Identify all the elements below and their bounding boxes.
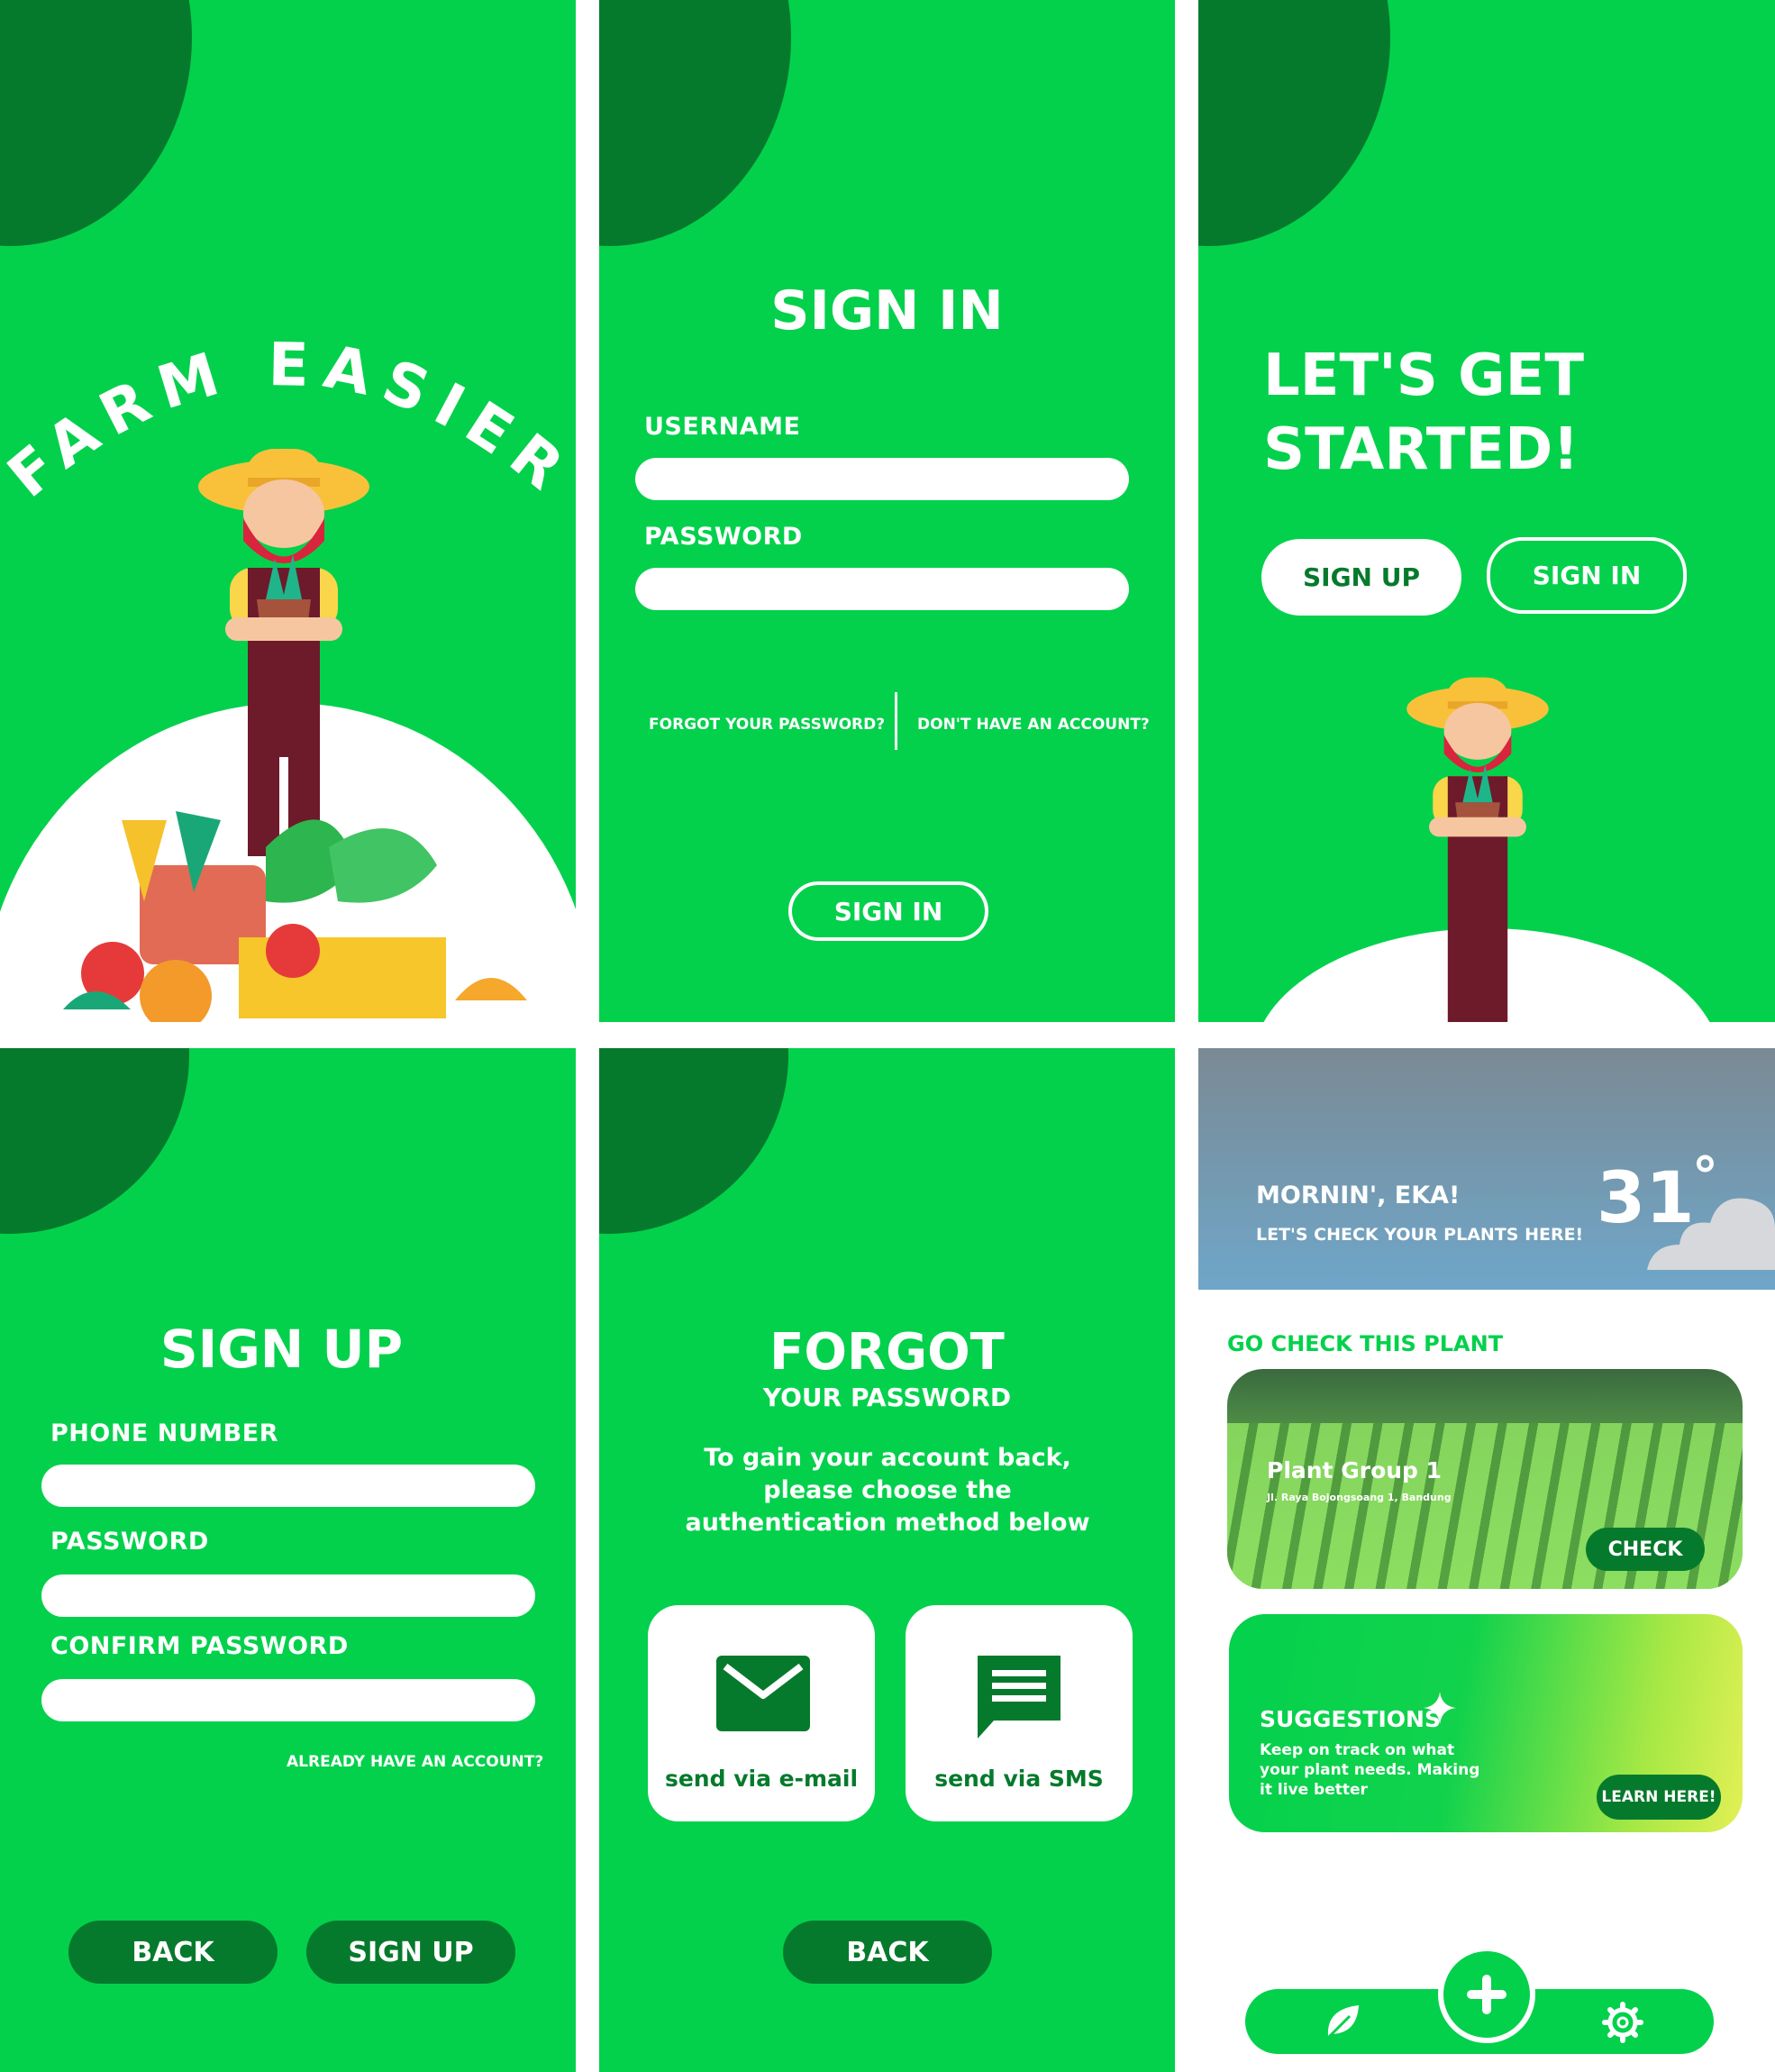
have-account-link[interactable]: ALREADY HAVE AN ACCOUNT? [287, 1753, 543, 1771]
gear-icon[interactable] [1602, 2002, 1643, 2043]
envelope-icon [716, 1656, 810, 1731]
learn-here-button[interactable]: LEARN HERE! [1597, 1775, 1721, 1820]
weather-header: MORNIN', EKA! LET'S CHECK YOUR PLANTS HE… [1198, 1048, 1775, 1290]
username-label: USERNAME [644, 413, 801, 441]
cloud-icon [1647, 1198, 1775, 1270]
email-option-card[interactable]: send via e-mail [648, 1605, 875, 1821]
forgot-screen: FORGOT YOUR PASSWORD To gain your accoun… [599, 1048, 1175, 2072]
subgreeting: LET'S CHECK YOUR PLANTS HERE! [1256, 1225, 1584, 1245]
corner-blob [599, 0, 791, 246]
add-button[interactable] [1438, 1946, 1535, 2043]
suggestions-card[interactable]: SUGGESTIONS Keep on track on what your p… [1229, 1614, 1743, 1832]
plant-name: Plant Group 1 [1267, 1457, 1443, 1483]
sms-option-card[interactable]: send via SMS [906, 1605, 1133, 1821]
signin-title: SIGN IN [770, 279, 1004, 342]
getstarted-screen: LET'S GET STARTED! SIGN UP SIGN IN [1198, 0, 1775, 1022]
leaf-icon[interactable] [1323, 2002, 1362, 2041]
getstarted-title-line1: LET'S GET [1263, 342, 1585, 409]
signup-screen: SIGN UP PHONE NUMBER PASSWORD CONFIRM PA… [0, 1048, 576, 2072]
check-button[interactable]: CHECK [1586, 1528, 1705, 1571]
signin-button[interactable]: SIGN IN [788, 881, 988, 941]
farmer-illustration [1406, 677, 1549, 1022]
phone-label: PHONE NUMBER [50, 1419, 278, 1447]
confirm-password-label: CONFIRM PASSWORD [50, 1632, 349, 1660]
home-screen: MORNIN', EKA! LET'S CHECK YOUR PLANTS HE… [1198, 1048, 1775, 2072]
corner-blob [0, 1048, 189, 1234]
sparkle-icon [1424, 1692, 1456, 1724]
username-input[interactable] [635, 458, 1129, 500]
plant-card[interactable]: Plant Group 1 Jl. Raya Bojongsoang 1, Ba… [1227, 1369, 1743, 1589]
corner-blob [599, 1048, 788, 1234]
forgot-title: FORGOT [769, 1323, 1005, 1382]
signin-screen: SIGN IN USERNAME PASSWORD FORGOT YOUR PA… [599, 0, 1175, 1022]
corner-blob [0, 0, 192, 246]
divider [895, 692, 897, 750]
plant-address: Jl. Raya Bojongsoang 1, Bandung [1267, 1492, 1452, 1503]
splash-screen: FARM EASIER [0, 0, 576, 1022]
greeting: MORNIN', EKA! [1256, 1182, 1461, 1209]
signin-button[interactable]: SIGN IN [1487, 537, 1687, 614]
no-account-link[interactable]: DON'T HAVE AN ACCOUNT? [917, 716, 1150, 734]
suggestions-text: Keep on track on what your plant needs. … [1260, 1741, 1480, 1799]
signup-title: SIGN UP [159, 1319, 404, 1380]
phone-input[interactable] [41, 1465, 535, 1507]
back-button[interactable]: BACK [68, 1921, 278, 1984]
password-label: PASSWORD [644, 523, 803, 551]
signup-button[interactable]: SIGN UP [306, 1921, 515, 1984]
getstarted-title-line2: STARTED! [1263, 416, 1579, 483]
confirm-password-input[interactable] [41, 1679, 535, 1721]
email-option-label: send via e-mail [664, 1766, 859, 1792]
plus-icon [1467, 1975, 1506, 2014]
sms-option-label: send via SMS [934, 1766, 1104, 1792]
password-input[interactable] [41, 1575, 535, 1617]
password-label: PASSWORD [50, 1528, 209, 1556]
signup-button[interactable]: SIGN UP [1261, 539, 1461, 616]
back-button[interactable]: BACK [783, 1921, 992, 1984]
section-title: GO CHECK THIS PLANT [1227, 1331, 1504, 1356]
message-icon [978, 1656, 1060, 1739]
forgot-subtitle: YOUR PASSWORD [762, 1383, 1012, 1412]
suggestions-title: SUGGESTIONS [1260, 1706, 1441, 1732]
corner-blob [1198, 0, 1390, 246]
password-input[interactable] [635, 568, 1129, 610]
forgot-instructions: To gain your account back, please choose… [685, 1444, 1090, 1537]
forgot-password-link[interactable]: FORGOT YOUR PASSWORD? [649, 716, 885, 734]
vegetables-illustration [63, 811, 527, 1022]
